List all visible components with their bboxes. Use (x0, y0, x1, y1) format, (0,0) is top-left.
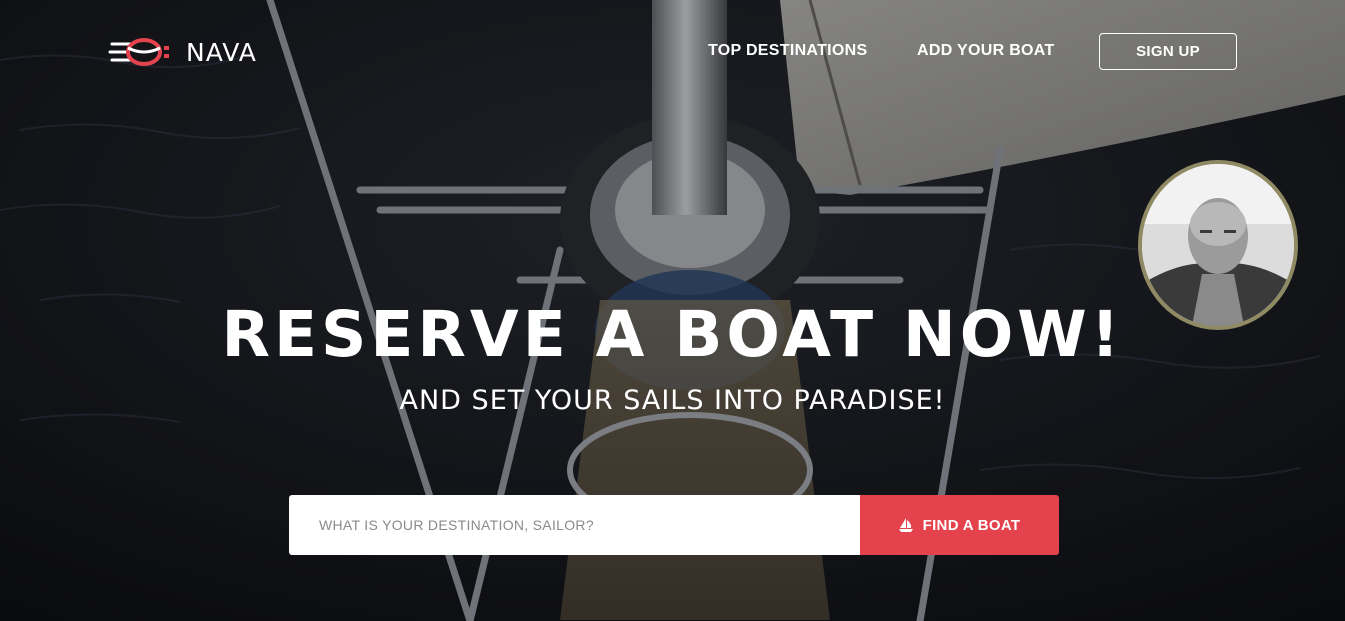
knot-logo-icon (108, 38, 169, 66)
brand-name: NAVA (186, 37, 257, 67)
hero-subheadline: AND SET YOUR SAILS INTO PARADISE! (399, 385, 946, 416)
hero-section: NAVA TOP DESTINATIONS ADD YOUR BOAT SIGN… (0, 0, 1345, 621)
sailboat-icon (898, 518, 913, 532)
destination-search-input[interactable] (289, 495, 860, 555)
destination-search-bar: FIND A BOAT (289, 495, 1059, 555)
nav-top-destinations[interactable]: TOP DESTINATIONS (708, 41, 868, 61)
hero-headline: RESERVE A BOAT NOW! (221, 298, 1124, 371)
nav-add-your-boat[interactable]: ADD YOUR BOAT (917, 41, 1055, 61)
find-a-boat-label: FIND A BOAT (922, 516, 1021, 534)
find-a-boat-button[interactable]: FIND A BOAT (860, 495, 1059, 555)
brand-logo[interactable]: NAVA (108, 34, 257, 70)
sign-up-button[interactable]: SIGN UP (1099, 33, 1237, 70)
